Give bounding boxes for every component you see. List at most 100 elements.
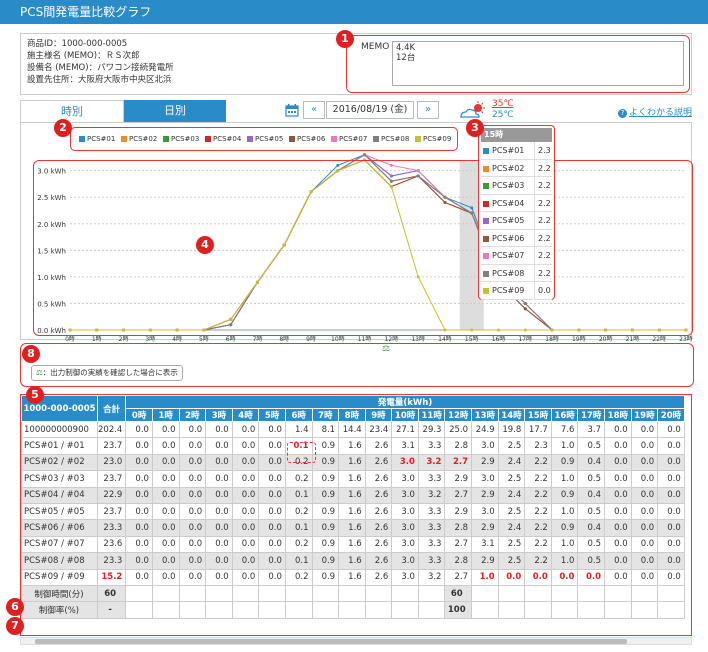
control-time-value — [178, 584, 207, 603]
row-total: 23.3 — [96, 519, 127, 537]
control-time-value — [577, 584, 606, 603]
row-name: PCS#04 / #04 — [21, 486, 98, 504]
tooltip-row: PCS#09 0.0 — [481, 282, 552, 300]
row-value: 1.6 — [338, 486, 366, 504]
generation-table-wrap[interactable]: 1000-000-0005 合計 発電量(kWh) 0時 1時 2時 3時 4時 5時 6時 7時 8… — [20, 394, 692, 636]
tooltip-series-name: PCS#02 — [492, 163, 525, 173]
row-total: 23.7 — [96, 502, 127, 521]
control-time-value — [151, 584, 180, 603]
control-rate-value — [391, 601, 419, 619]
group-header: 発電量(kWh) — [125, 395, 685, 409]
row-value: 0.0 — [258, 519, 286, 537]
row-value: 0.0 — [151, 552, 180, 570]
legend-item[interactable]: PCS#02 — [121, 135, 157, 143]
control-time-value — [657, 584, 685, 603]
row-value: 0.0 — [258, 437, 286, 455]
table-row: PCS#02 / #02 23.0 0.0 0.0 0.0 0.0 0.0 0.0 0.2 0.9… — [21, 453, 685, 472]
row-value: 1.6 — [338, 437, 366, 455]
x-tick-label: 11時 — [358, 335, 372, 343]
row-value: 0.0 — [630, 486, 659, 504]
row-value: 0.0 — [151, 519, 180, 537]
row-value: 2.9 — [471, 486, 499, 504]
legend-item[interactable]: PCS#06 — [289, 135, 325, 143]
row-value: 0.0 — [630, 519, 659, 537]
x-tick-label: 19時 — [572, 335, 586, 343]
row-value: 3.0 — [471, 502, 499, 521]
hour-header: 9時 — [364, 408, 393, 422]
control-time-total: 60 — [96, 584, 127, 603]
row-value: 0.5 — [577, 535, 606, 554]
row-value: 3.7 — [577, 420, 606, 439]
row-total: 23.6 — [96, 535, 127, 554]
hour-header: 2時 — [178, 408, 207, 422]
tooltip-series-value: 2.2 — [534, 264, 554, 282]
control-rate-value — [577, 601, 606, 619]
table-row: PCS#07 / #07 23.6 0.0 0.0 0.0 0.0 0.0 0.0 0.2 0.9… — [21, 535, 685, 554]
row-value: 3.0 — [391, 552, 419, 570]
x-tick-label: 12時 — [385, 335, 399, 343]
row-value: 0.0 — [205, 420, 233, 439]
row-value: 0.5 — [577, 437, 606, 455]
row-value: 0.9 — [311, 470, 340, 488]
tooltip-row: PCS#03 2.2 — [481, 177, 552, 195]
tooltip-series-value: 2.2 — [534, 212, 554, 229]
legend-item[interactable]: PCS#09 — [415, 135, 451, 143]
scroll-thumb[interactable] — [35, 639, 627, 644]
badge-7: 7 — [6, 617, 24, 635]
control-rate-value — [364, 601, 393, 619]
table-horizontal-scrollbar[interactable] — [20, 637, 692, 645]
control-rate-value — [550, 601, 579, 619]
row-value: 0.0 — [630, 535, 659, 554]
total-header: 合計 — [96, 395, 127, 422]
row-value: 0.0 — [630, 470, 659, 488]
control-rate-value — [657, 601, 685, 619]
hour-header: 5時 — [258, 408, 286, 422]
tooltip-series-name: PCS#04 — [492, 198, 525, 208]
row-name: PCS#05 / #05 — [21, 502, 98, 521]
row-value: 1.0 — [550, 552, 579, 570]
x-tick-label: 7時 — [253, 335, 263, 343]
legend-item[interactable]: PCS#01 — [79, 135, 115, 143]
row-value: 0.0 — [205, 519, 233, 537]
row-value: 0.2 — [284, 535, 313, 554]
row-value: 2.5 — [497, 535, 526, 554]
row-value: 0.1 — [284, 519, 313, 537]
legend-item[interactable]: PCS#05 — [247, 135, 283, 143]
control-rate-value — [125, 601, 153, 619]
tooltip-row: PCS#04 2.2 — [481, 194, 554, 212]
row-value: 0.0 — [630, 568, 659, 586]
row-value: 19.8 — [497, 420, 526, 439]
tooltip-series-value: 2.2 — [534, 177, 554, 194]
row-value: 2.9 — [471, 552, 499, 570]
tooltip-series-value: 2.2 — [534, 194, 554, 212]
data-point[interactable] — [363, 153, 367, 157]
legend-label: PCS#05 — [255, 135, 284, 143]
row-value: 2.6 — [364, 502, 393, 521]
badge-8: 8 — [22, 345, 40, 363]
row-value: 2.8 — [444, 437, 473, 455]
legend-swatch — [289, 136, 295, 142]
tooltip-series-value: 2.2 — [534, 247, 554, 264]
control-rate-value — [311, 601, 340, 619]
legend-item[interactable]: PCS#08 — [373, 135, 409, 143]
row-value: 0.0 — [178, 519, 207, 537]
x-tick-label: 0時 — [65, 335, 75, 343]
control-time-value — [338, 584, 366, 603]
row-value: 2.9 — [444, 470, 473, 488]
control-time-value — [284, 584, 313, 603]
tooltip-row: PCS#01 2.3 — [481, 142, 552, 160]
x-tick-label: 21時 — [626, 335, 640, 343]
legend-label: PCS#04 — [213, 135, 242, 143]
row-value: 3.0 — [391, 519, 419, 537]
legend-item[interactable]: PCS#04 — [205, 135, 241, 143]
x-tick-label: 18時 — [545, 335, 559, 343]
row-value: 3.3 — [417, 502, 446, 521]
row-value: 3.0 — [391, 502, 419, 521]
x-tick-label: 23時 — [679, 335, 693, 343]
row-value: 2.6 — [364, 552, 393, 570]
legend-item[interactable]: PCS#07 — [331, 135, 367, 143]
legend-item[interactable]: PCS#03 — [163, 135, 199, 143]
row-value: 0.0 — [178, 568, 207, 586]
control-rate-value — [258, 601, 286, 619]
legend-swatch — [331, 136, 337, 142]
